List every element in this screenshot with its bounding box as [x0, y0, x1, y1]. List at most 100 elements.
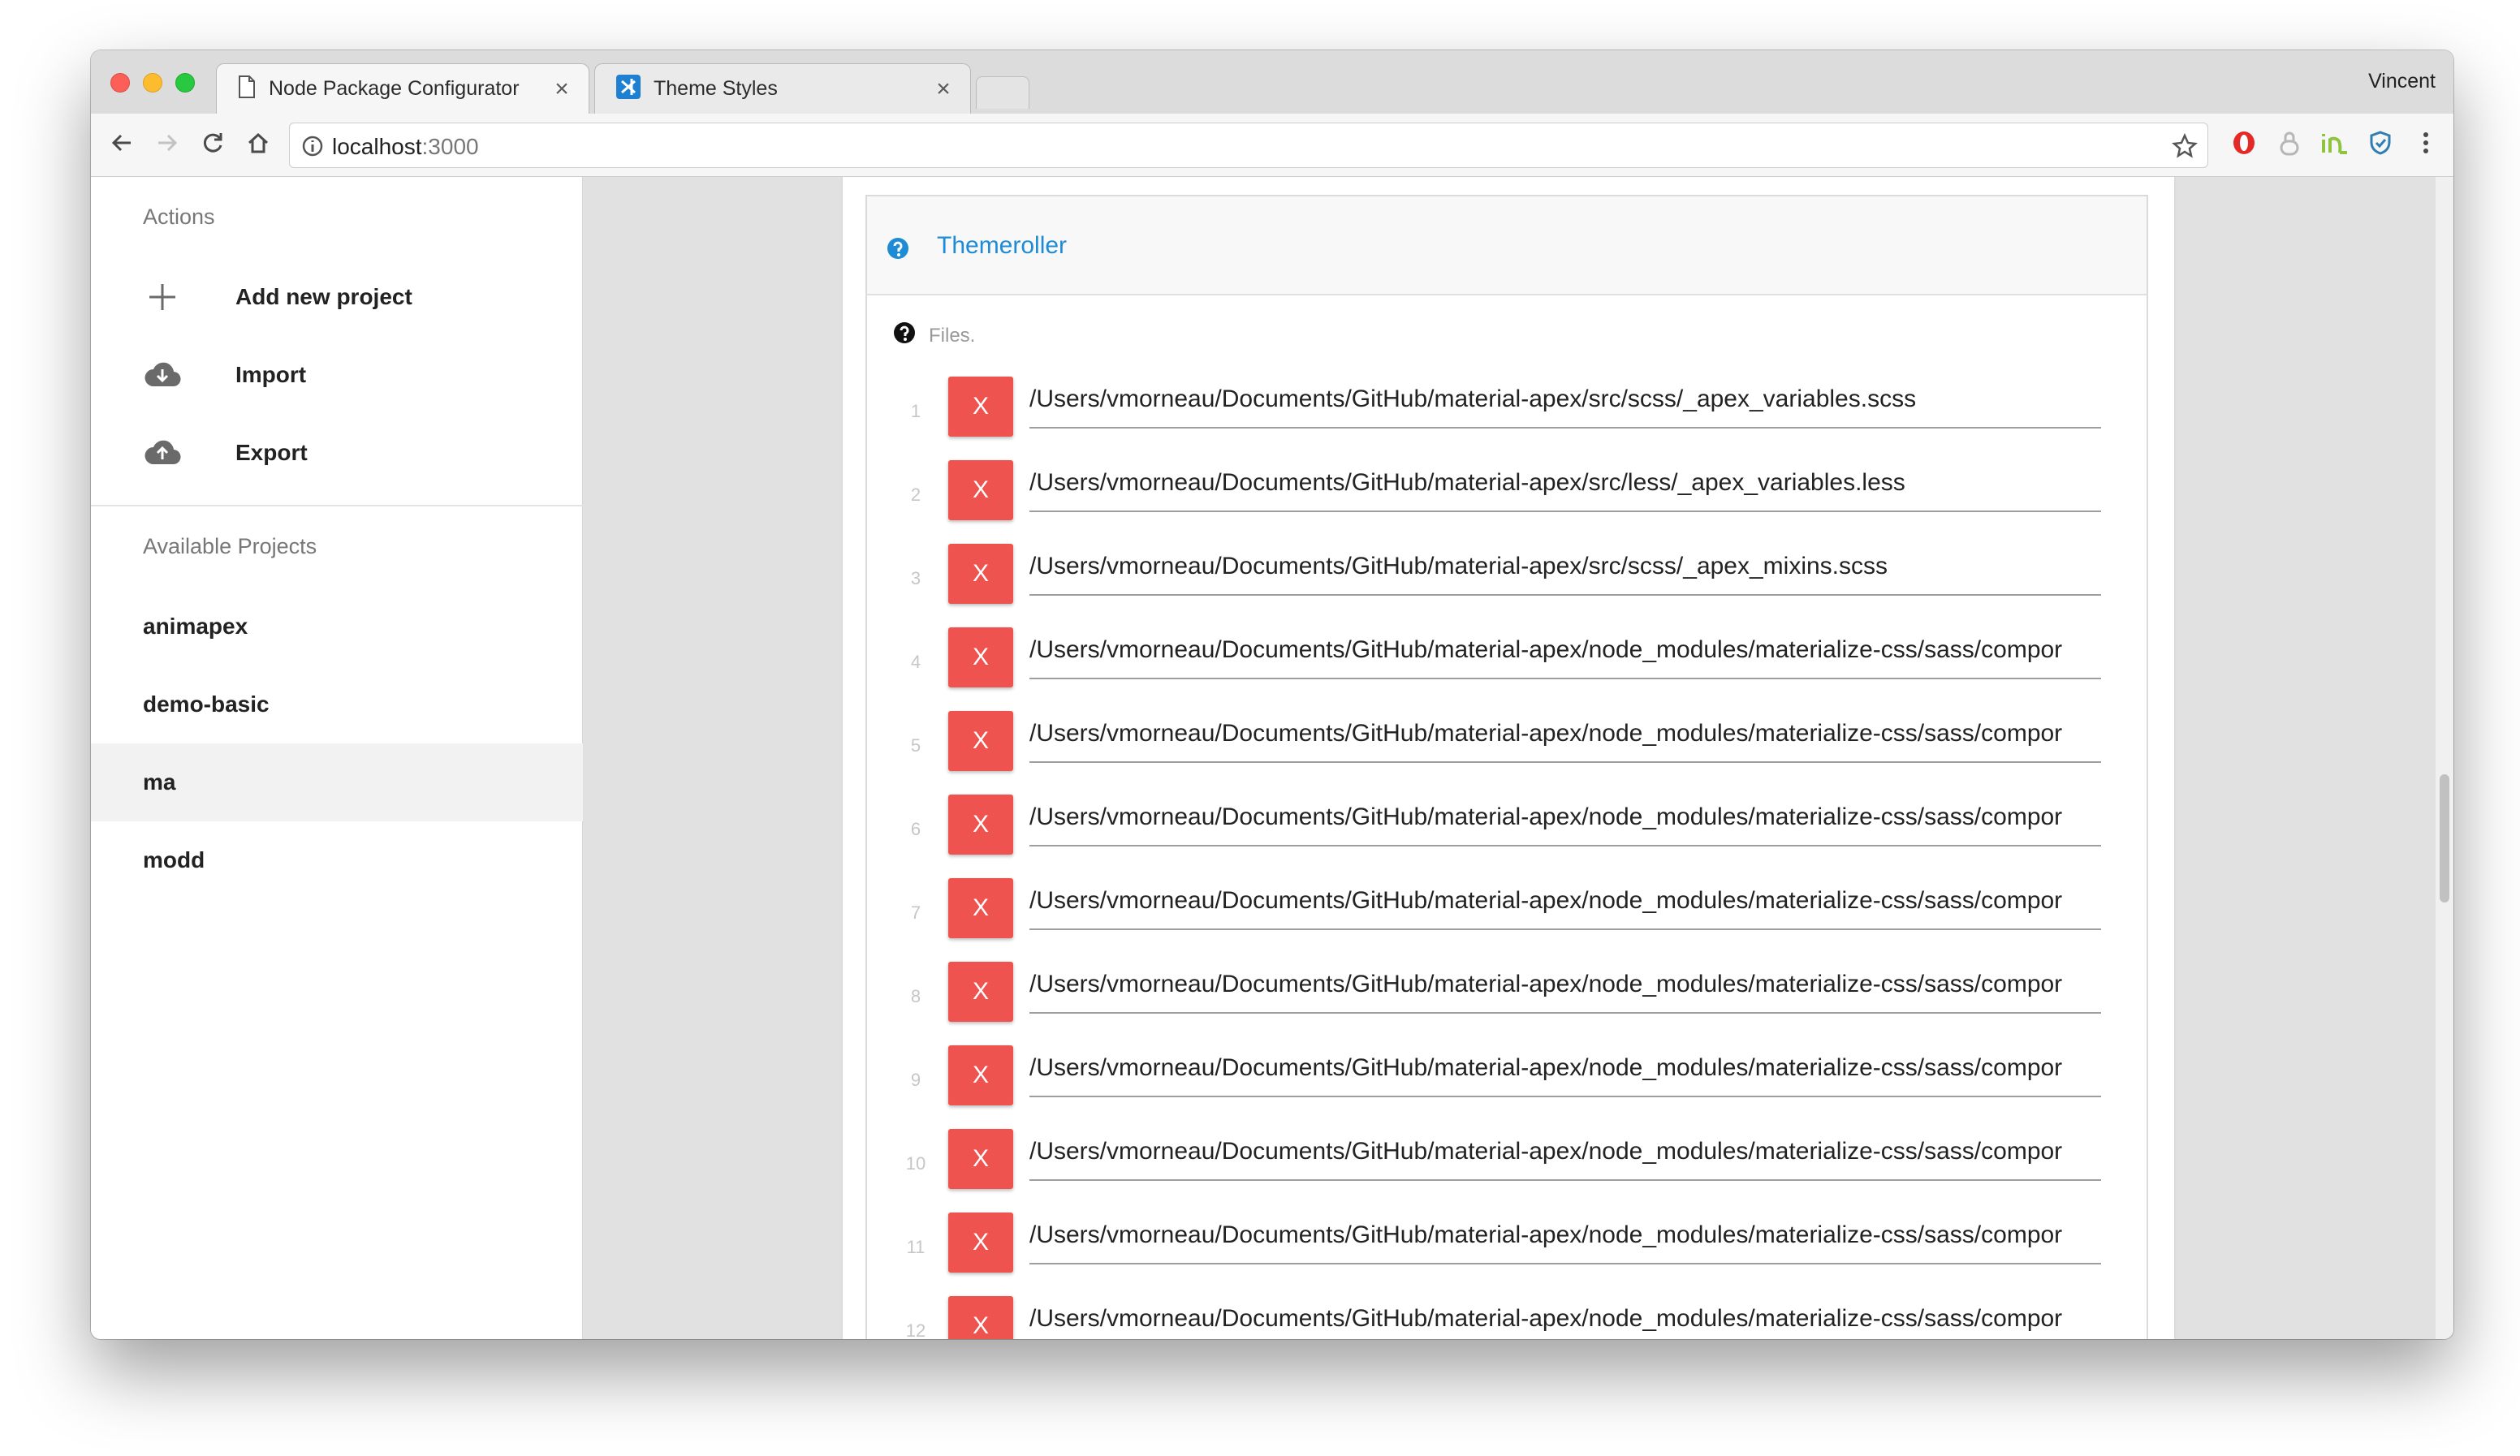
file-row-number: 6 [910, 819, 921, 839]
file-path-input[interactable] [1029, 1299, 2101, 1339]
password-extension[interactable] [2273, 128, 2306, 161]
file-row-number: 11 [906, 1237, 926, 1257]
file-path-input[interactable] [1029, 881, 2101, 930]
invision-extension[interactable] [2319, 128, 2351, 161]
remove-file-button[interactable]: X [948, 544, 1013, 604]
info-icon[interactable] [301, 135, 324, 162]
project-item-ma[interactable]: ma [91, 743, 583, 821]
actions-heading: Actions [143, 205, 215, 229]
arrow-right-icon [155, 131, 179, 159]
home-button[interactable] [242, 128, 274, 161]
scrollbar-thumb[interactable] [2440, 774, 2449, 902]
shield-extension[interactable] [2364, 128, 2397, 161]
reload-icon [200, 130, 226, 160]
padlock-icon [2277, 130, 2302, 160]
card-title[interactable]: Themeroller [937, 232, 1067, 260]
import-action[interactable]: Import [91, 336, 583, 414]
menu-button[interactable] [2410, 128, 2442, 161]
card-header[interactable]: Themeroller [867, 196, 2147, 295]
url-text: localhost:3000 [332, 134, 479, 160]
themeroller-card: Themeroller Files. 1X2X3X4X5X6X7X8X9X10X… [865, 195, 2148, 1339]
file-path-input[interactable] [1029, 547, 2101, 596]
file-row: 6X [867, 788, 2147, 872]
project-label: modd [143, 847, 205, 872]
invision-icon [2320, 130, 2350, 160]
project-item-modd[interactable]: modd [91, 821, 583, 899]
add-new-project-action[interactable]: Add new project [91, 258, 583, 336]
file-path-input[interactable] [1029, 1132, 2101, 1181]
remove-file-button[interactable]: X [948, 795, 1013, 855]
file-path-input[interactable] [1029, 1216, 2101, 1264]
address-bar[interactable]: localhost:3000 [289, 123, 2208, 168]
project-label: ma [143, 769, 176, 795]
remove-file-button[interactable]: X [948, 627, 1013, 687]
minimize-window-button[interactable] [143, 73, 162, 93]
page-scrollbar[interactable] [2436, 177, 2453, 1339]
forward-button[interactable] [151, 128, 183, 161]
page-viewport: Actions Add new project Import Export Av… [91, 177, 2453, 1339]
remove-file-button[interactable]: X [948, 1129, 1013, 1189]
file-row: 5X [867, 704, 2147, 788]
vscode-icon [616, 75, 641, 103]
remove-file-button[interactable]: X [948, 1213, 1013, 1273]
remove-file-button[interactable]: X [948, 460, 1013, 520]
bookmark-star-icon[interactable] [2172, 132, 2198, 163]
file-row: 11 X [867, 1206, 2147, 1290]
document-icon [238, 75, 256, 102]
file-path-input[interactable] [1029, 463, 2101, 512]
available-projects-heading: Available Projects [143, 534, 317, 558]
file-row: 4X [867, 621, 2147, 704]
project-item-demo-basic[interactable]: demo-basic [91, 666, 583, 743]
file-row: 8X [867, 955, 2147, 1039]
arrow-left-icon [110, 131, 134, 159]
file-row-number: 7 [910, 902, 921, 923]
action-label: Import [235, 362, 307, 387]
profile-name[interactable]: Vincent [2368, 70, 2436, 93]
project-label: demo-basic [143, 691, 270, 717]
sidebar-divider [91, 505, 583, 506]
file-row-number: 4 [910, 652, 921, 672]
file-path-input[interactable] [1029, 965, 2101, 1014]
opera-extension[interactable] [2228, 128, 2260, 161]
question-circle-icon [893, 321, 916, 344]
file-row-number: 3 [910, 568, 921, 588]
plus-icon [143, 281, 182, 313]
help-circle-icon [887, 237, 909, 260]
new-tab-button[interactable] [976, 76, 1029, 109]
file-row-number: 8 [910, 986, 921, 1006]
action-label: Add new project [235, 284, 412, 309]
back-button[interactable] [106, 128, 138, 161]
file-row-number: 1 [910, 401, 921, 421]
export-action[interactable]: Export [91, 414, 583, 492]
tab-title: Node Package Configurator [269, 77, 520, 100]
tab-title: Theme Styles [654, 77, 778, 100]
remove-file-button[interactable]: X [948, 1045, 1013, 1105]
file-path-input[interactable] [1029, 631, 2101, 679]
file-row: 7X [867, 872, 2147, 955]
url-host: localhost [332, 134, 422, 159]
file-path-input[interactable] [1029, 714, 2101, 763]
cloud-download-icon [143, 359, 182, 391]
file-path-input[interactable] [1029, 1049, 2101, 1097]
remove-file-button[interactable]: X [948, 711, 1013, 771]
file-path-input[interactable] [1029, 380, 2101, 429]
remove-file-button[interactable]: X [948, 1296, 1013, 1339]
cloud-upload-icon [143, 437, 182, 469]
remove-file-button[interactable]: X [948, 962, 1013, 1022]
files-label: Files. [893, 318, 975, 347]
tab-close-button[interactable]: × [931, 76, 956, 101]
zoom-window-button[interactable] [175, 73, 195, 93]
tab-theme-styles[interactable]: Theme Styles × [594, 63, 971, 114]
file-path-input[interactable] [1029, 798, 2101, 846]
file-row-number: 10 [905, 1153, 926, 1174]
close-window-button[interactable] [110, 73, 130, 93]
file-row-number: 5 [910, 735, 921, 756]
tab-node-package-configurator[interactable]: Node Package Configurator × [216, 63, 589, 114]
url-port: :3000 [421, 134, 479, 159]
project-item-animapex[interactable]: animapex [91, 588, 583, 666]
remove-file-button[interactable]: X [948, 878, 1013, 938]
remove-file-button[interactable]: X [948, 377, 1013, 437]
reload-button[interactable] [196, 128, 229, 161]
files-label-text: Files. [929, 325, 976, 347]
tab-close-button[interactable]: × [550, 76, 574, 101]
